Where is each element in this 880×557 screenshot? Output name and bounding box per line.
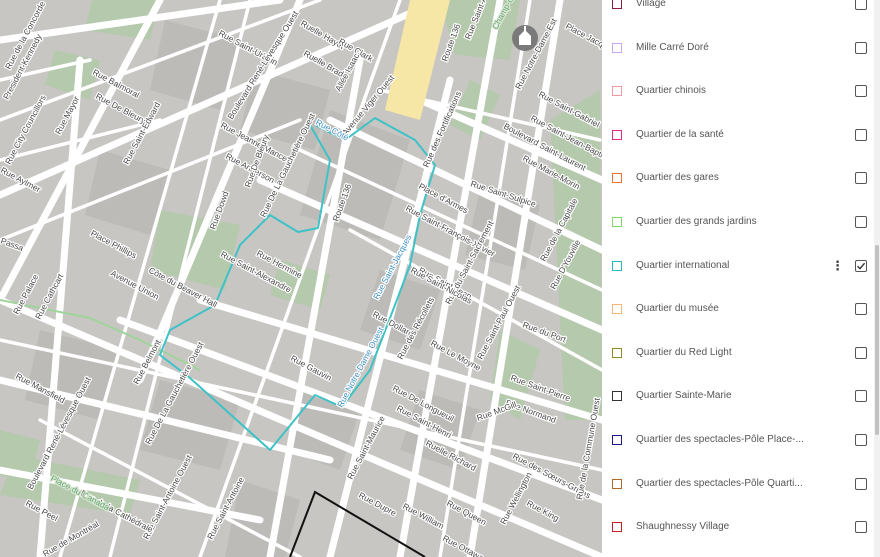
layer-label: Mille Carré Doré: [636, 41, 709, 53]
check-icon: [857, 262, 866, 270]
layer-color-swatch: [612, 478, 622, 489]
layer-row[interactable]: Village: [602, 0, 872, 26]
layer-color-swatch: [612, 347, 622, 358]
layer-row[interactable]: Quartier chinois: [602, 69, 872, 113]
layer-checkbox[interactable]: [855, 390, 867, 403]
layer-label: Quartier international: [636, 259, 730, 271]
layer-color-swatch: [612, 522, 622, 533]
layer-row[interactable]: Quartier des spectacles-Pôle Quarti...: [602, 462, 872, 506]
layer-checkbox[interactable]: [855, 346, 867, 359]
layer-checkbox[interactable]: [855, 85, 867, 98]
layer-row[interactable]: Quartier des grands jardins: [602, 200, 872, 244]
layer-color-swatch: [612, 42, 622, 53]
layer-color-swatch: [612, 86, 622, 97]
layer-label: Quartier des spectacles-Pôle Place-...: [636, 433, 804, 445]
layer-checkbox[interactable]: [855, 303, 867, 316]
layer-checkbox[interactable]: [855, 259, 867, 272]
layer-row[interactable]: Quartier international ⋮: [602, 244, 872, 288]
layer-color-swatch: [612, 434, 622, 445]
layer-label: Quartier de la santé: [636, 128, 724, 140]
layer-color-swatch: [612, 129, 622, 140]
layer-checkbox[interactable]: [855, 172, 867, 185]
scrollbar-thumb[interactable]: [875, 245, 879, 435]
layer-label: Quartier des grands jardins: [636, 215, 757, 227]
layer-label: Quartier du Red Light: [636, 346, 732, 358]
map-view[interactable]: Rue Saint-Urbain Boulevard René-Lévesque…: [0, 0, 602, 557]
layer-label: Village: [636, 0, 666, 9]
layer-row[interactable]: Shaughnessy Village: [602, 505, 872, 549]
layer-checkbox[interactable]: [855, 128, 867, 141]
layer-checkbox[interactable]: [855, 215, 867, 228]
layer-color-swatch: [612, 0, 622, 9]
layer-color-swatch: [612, 391, 622, 402]
layer-checkbox[interactable]: [855, 0, 867, 10]
layer-label: Quartier du musée: [636, 303, 719, 315]
layer-row[interactable]: Quartier des spectacles-Pôle Place-...: [602, 418, 872, 462]
layer-panel: Village Mille Carré Doré Quartier chinois Q…: [602, 0, 880, 557]
layer-color-swatch: [612, 260, 622, 271]
layer-checkbox[interactable]: [855, 41, 867, 54]
layer-row[interactable]: Quartier des gares: [602, 157, 872, 201]
layer-checkbox[interactable]: [855, 433, 867, 446]
layer-color-swatch: [612, 216, 622, 227]
layer-checkbox[interactable]: [855, 477, 867, 490]
layer-color-swatch: [612, 304, 622, 315]
layer-label: Quartier des spectacles-Pôle Quarti...: [636, 477, 803, 489]
more-vertical-icon[interactable]: ⋮: [831, 259, 844, 272]
map-canvas: Rue Saint-Urbain Boulevard René-Lévesque…: [0, 0, 602, 557]
layer-label: Quartier Sainte-Marie: [636, 390, 732, 402]
layer-color-swatch: [612, 173, 622, 184]
layer-row[interactable]: Quartier du musée: [602, 287, 872, 331]
layer-row[interactable]: Mille Carré Doré: [602, 26, 872, 70]
layer-row[interactable]: Quartier du Red Light: [602, 331, 872, 375]
layer-row[interactable]: Quartier Sainte-Marie: [602, 375, 872, 419]
layer-label: Shaughnessy Village: [636, 521, 730, 533]
layer-row[interactable]: Quartier de la santé: [602, 113, 872, 157]
layer-label: Quartier chinois: [636, 85, 707, 97]
layer-label: Quartier des gares: [636, 172, 719, 184]
layer-checkbox[interactable]: [855, 521, 867, 534]
